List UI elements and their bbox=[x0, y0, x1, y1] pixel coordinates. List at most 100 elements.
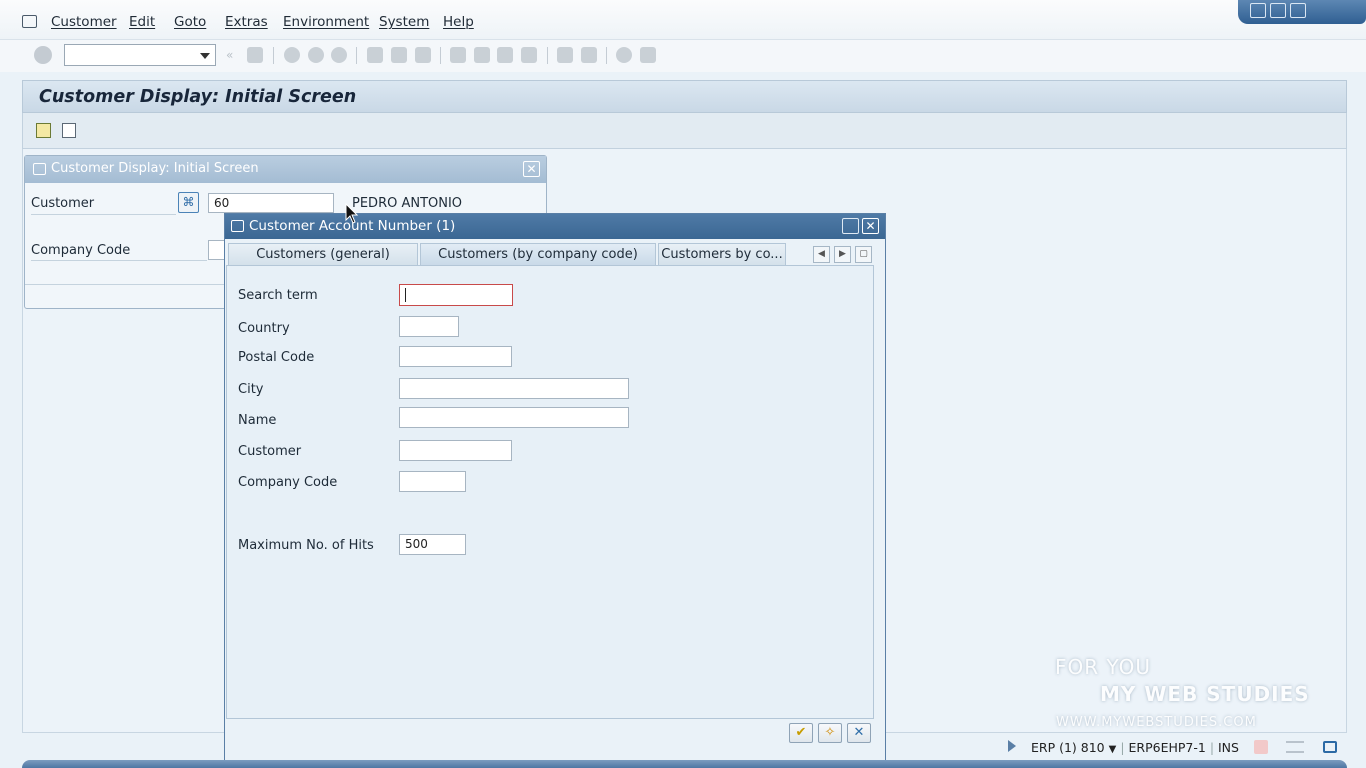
back-icon[interactable] bbox=[284, 47, 300, 63]
status-system[interactable]: ERP (1) 810 bbox=[1031, 740, 1105, 755]
tab-customers-by-company-code[interactable]: Customers (by company code) bbox=[420, 243, 656, 266]
customer-input[interactable] bbox=[399, 440, 512, 461]
mouse-cursor-icon bbox=[345, 203, 359, 224]
status-mode[interactable]: INS bbox=[1218, 740, 1239, 755]
previous-page-icon[interactable] bbox=[474, 47, 490, 63]
enter-icon[interactable] bbox=[34, 46, 52, 64]
tab-scroll-left-icon[interactable]: ◀ bbox=[813, 246, 830, 263]
postal-code-input[interactable] bbox=[399, 346, 512, 367]
chevron-down-icon[interactable]: ▼ bbox=[1109, 744, 1117, 755]
status-expand-icon[interactable] bbox=[1008, 740, 1016, 752]
status-bar: ERP (1) 810 ▼ | ERP6EHP7-1 | INS bbox=[1031, 740, 1239, 755]
country-label: Country bbox=[238, 321, 290, 336]
customer-label: Customer bbox=[238, 444, 302, 459]
watermark-line-2: MY WEB STUDIES bbox=[1100, 682, 1310, 706]
menu-customer[interactable]: Customer bbox=[51, 14, 117, 30]
dialog-body bbox=[226, 265, 874, 719]
status-divider: | bbox=[1120, 740, 1129, 755]
menu-help[interactable]: Help bbox=[443, 14, 474, 30]
connection-icon bbox=[1286, 741, 1304, 753]
company-code-input[interactable] bbox=[399, 471, 466, 492]
search-help-icon[interactable]: ⌘ bbox=[178, 192, 199, 213]
window-bottom-border bbox=[22, 760, 1347, 768]
find-icon[interactable] bbox=[391, 47, 407, 63]
name-label: Name bbox=[238, 413, 277, 428]
max-hits-input[interactable]: 500 bbox=[399, 534, 466, 555]
label-underline bbox=[31, 214, 176, 215]
minimize-icon[interactable] bbox=[1250, 3, 1266, 18]
company-code-label: Company Code bbox=[238, 475, 338, 490]
new-session-icon[interactable] bbox=[557, 47, 573, 63]
next-page-icon[interactable] bbox=[497, 47, 513, 63]
toolbar-separator bbox=[356, 47, 357, 64]
menu-extras[interactable]: Extras bbox=[225, 14, 268, 30]
status-server: ERP6EHP7-1 bbox=[1128, 740, 1206, 755]
display-document-icon[interactable] bbox=[36, 123, 51, 138]
shortcut-icon[interactable] bbox=[581, 47, 597, 63]
close-icon[interactable]: ✕ bbox=[523, 161, 540, 177]
tab-customers-by-co[interactable]: Customers by co... bbox=[658, 243, 786, 266]
initial-screen-dialog-titlebar: Customer Display: Initial Screen ✕ bbox=[25, 156, 546, 183]
customer-input[interactable]: 60 bbox=[208, 193, 334, 213]
cancel-icon[interactable] bbox=[331, 47, 347, 63]
customer-name-text: PEDRO ANTONIO bbox=[352, 196, 463, 211]
status-divider: | bbox=[1209, 740, 1218, 755]
menu-bar: Customer Edit Goto Extras Environment Sy… bbox=[0, 0, 1366, 40]
tab-customers-general[interactable]: Customers (general) bbox=[228, 243, 418, 266]
application-toolbar bbox=[22, 113, 1347, 149]
country-input[interactable] bbox=[399, 316, 459, 337]
ok-button[interactable]: ✔ bbox=[789, 723, 813, 743]
menu-system[interactable]: System bbox=[379, 14, 429, 30]
chevron-down-icon[interactable] bbox=[200, 53, 210, 59]
save-icon[interactable] bbox=[247, 47, 263, 63]
help-icon[interactable] bbox=[616, 47, 632, 63]
command-field[interactable] bbox=[64, 44, 216, 66]
close-icon[interactable] bbox=[1290, 3, 1306, 18]
change-document-icon[interactable] bbox=[62, 123, 76, 138]
print-icon[interactable] bbox=[367, 47, 383, 63]
menu-icon[interactable] bbox=[22, 15, 37, 28]
minimize-icon[interactable] bbox=[842, 218, 859, 234]
toolbar-separator bbox=[273, 47, 274, 64]
find-next-icon[interactable] bbox=[415, 47, 431, 63]
status-icon bbox=[1254, 740, 1268, 754]
page-title: Customer Display: Initial Screen bbox=[39, 87, 357, 107]
exit-icon[interactable] bbox=[308, 47, 324, 63]
cancel-button[interactable]: ✕ bbox=[847, 723, 871, 743]
company-code-input[interactable] bbox=[208, 240, 225, 260]
maximize-icon[interactable] bbox=[1270, 3, 1286, 18]
dialog-divider bbox=[25, 284, 225, 285]
toolbar-separator bbox=[440, 47, 441, 64]
last-page-icon[interactable] bbox=[521, 47, 537, 63]
watermark-line-1: FOR YOU bbox=[1055, 655, 1152, 679]
screen-title-bar: Customer Display: Initial Screen bbox=[22, 80, 1347, 113]
toolbar-separator bbox=[606, 47, 607, 64]
label-underline bbox=[31, 260, 207, 261]
watermark-line-3: WWW.MYWEBSTUDIES.COM bbox=[1056, 715, 1257, 730]
tab-list-icon[interactable]: ▢ bbox=[855, 246, 872, 263]
search-term-label: Search term bbox=[238, 288, 318, 303]
first-page-icon[interactable] bbox=[450, 47, 466, 63]
tab-scroll-right-icon[interactable]: ▶ bbox=[834, 246, 851, 263]
dialog-icon bbox=[33, 163, 46, 175]
history-back-icon: « bbox=[226, 48, 234, 62]
city-label: City bbox=[238, 382, 264, 397]
postal-code-label: Postal Code bbox=[238, 350, 315, 365]
customize-layout-icon[interactable] bbox=[640, 47, 656, 63]
menu-edit[interactable]: Edit bbox=[129, 14, 155, 30]
search-term-input[interactable] bbox=[399, 284, 513, 306]
close-icon[interactable]: ✕ bbox=[862, 218, 879, 234]
menu-goto[interactable]: Goto bbox=[174, 14, 206, 30]
company-code-label: Company Code bbox=[31, 243, 131, 258]
menu-environment[interactable]: Environment bbox=[283, 14, 369, 30]
dialog-icon bbox=[231, 220, 244, 232]
city-input[interactable] bbox=[399, 378, 629, 399]
initial-screen-dialog-title: Customer Display: Initial Screen bbox=[51, 161, 259, 176]
multiple-selection-button[interactable]: ✧ bbox=[818, 723, 842, 743]
lock-icon[interactable] bbox=[1323, 741, 1337, 753]
name-input[interactable] bbox=[399, 407, 629, 428]
max-hits-label: Maximum No. of Hits bbox=[238, 538, 374, 553]
dialog-titlebar: Customer Account Number (1) ✕ bbox=[225, 214, 885, 239]
customer-label: Customer bbox=[31, 196, 95, 211]
window-controls bbox=[1238, 0, 1366, 24]
